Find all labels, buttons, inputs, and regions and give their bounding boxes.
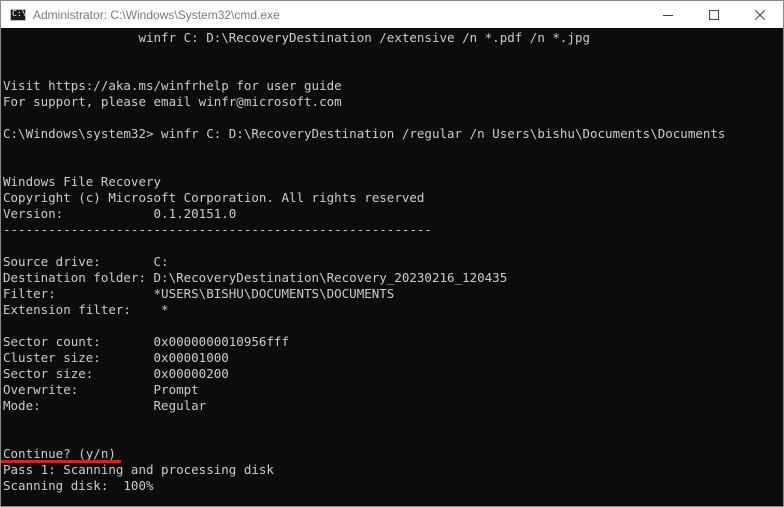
console-line: Filter: *USERS\BISHU\DOCUMENTS\DOCUMENTS <box>3 286 395 301</box>
close-icon <box>755 9 765 20</box>
console-line: Source drive: C: <box>3 254 169 269</box>
console-line: Extension filter: * <box>3 302 169 317</box>
console-line: For support, please email winfr@microsof… <box>3 94 342 109</box>
console-line: Version: 0.1.20151.0 <box>3 206 237 221</box>
cmd-window: C:\ Administrator: C:\Windows\System32\c… <box>0 0 784 507</box>
window-title: Administrator: C:\Windows\System32\cmd.e… <box>33 7 280 22</box>
command-line: C:\Windows\system32> winfr C: D:\Recover… <box>3 126 726 141</box>
console-line: Sector size: 0x00000200 <box>3 366 229 381</box>
console-output[interactable]: winfr C: D:\RecoveryDestination /extensi… <box>1 28 783 506</box>
maximize-button[interactable] <box>691 1 737 28</box>
console-line: Overwrite: Prompt <box>3 382 199 397</box>
console-line: Windows File Recovery <box>3 174 162 189</box>
maximize-icon <box>709 9 719 20</box>
console-line: Visit https://aka.ms/winfrhelp for user … <box>3 78 342 93</box>
cmd-icon: C:\ <box>10 8 27 21</box>
cmd-icon-glyph: C:\ <box>12 8 27 18</box>
console-line: Mode: Regular <box>3 398 207 413</box>
console-separator: ----------------------------------------… <box>3 222 432 237</box>
console-line: Pass 1: Scanning and processing disk <box>3 462 274 477</box>
console-line: Cluster size: 0x00001000 <box>3 350 229 365</box>
console-line: Copyright (c) Microsoft Corporation. All… <box>3 190 425 205</box>
title-bar[interactable]: C:\ Administrator: C:\Windows\System32\c… <box>1 1 783 28</box>
console-line: winfr C: D:\RecoveryDestination /extensi… <box>3 30 590 45</box>
minimize-icon <box>663 14 673 16</box>
window-controls <box>645 1 783 28</box>
scan-progress-line: Scanning disk: 100% <box>3 478 154 493</box>
console-line: Destination folder: D:\RecoveryDestinati… <box>3 270 508 285</box>
minimize-button[interactable] <box>645 1 691 28</box>
console-line: Sector count: 0x0000000010956fff <box>3 334 289 349</box>
close-button[interactable] <box>737 1 783 28</box>
